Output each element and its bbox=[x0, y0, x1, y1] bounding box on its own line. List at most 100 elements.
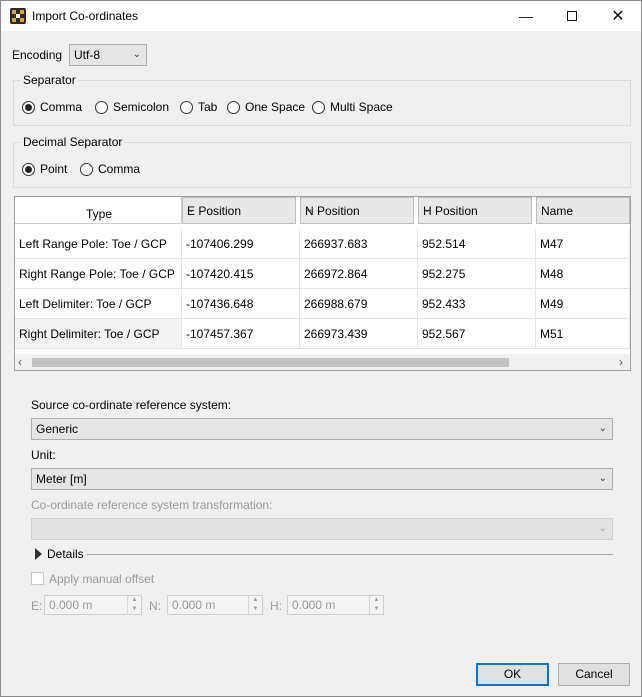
title-bar[interactable]: Import Co-ordinates — ✕ bbox=[1, 1, 641, 31]
close-icon: ✕ bbox=[611, 8, 625, 25]
cell-type: Left Delimiter: Toe / GCP bbox=[15, 289, 182, 319]
coordinates-table[interactable]: Type E Position ⌄ N Position ⌄ H Position ⌄… bbox=[14, 196, 631, 371]
spin-up-icon[interactable]: ▲ bbox=[370, 596, 383, 605]
source-crs-label: Source co-ordinate reference system: bbox=[31, 398, 232, 412]
chevron-down-icon: ⌄ bbox=[598, 523, 607, 534]
radio-label: One Space bbox=[245, 100, 306, 114]
spin-up-icon[interactable]: ▲ bbox=[249, 596, 262, 605]
separator-one-space-radio[interactable]: One Space bbox=[227, 100, 305, 114]
transformation-label: Co-ordinate reference system transformat… bbox=[31, 498, 273, 512]
cell-h-position: 952.514 bbox=[418, 229, 536, 259]
encoding-value: Utf-8 bbox=[74, 48, 101, 62]
source-crs-value: Generic bbox=[36, 422, 79, 436]
radio-label: Comma bbox=[40, 100, 83, 114]
cell-type: Left Range Pole: Toe / GCP bbox=[15, 229, 182, 259]
cell-e-position: -107436.648 bbox=[182, 289, 300, 319]
manual-offset-label: Apply manual offset bbox=[49, 572, 155, 586]
separator-label: Separator bbox=[21, 73, 78, 87]
encoding-label: Encoding bbox=[12, 48, 63, 62]
cell-n-position: 266973.439 bbox=[300, 319, 418, 349]
decimal-separator-label: Decimal Separator bbox=[21, 135, 125, 149]
column-header-type: Type bbox=[15, 197, 182, 224]
e-offset-input[interactable]: 0.000 m ▲ ▼ bbox=[44, 595, 142, 615]
radio-icon bbox=[312, 100, 325, 114]
close-button[interactable]: ✕ bbox=[595, 1, 641, 31]
spin-down-icon[interactable]: ▼ bbox=[370, 605, 383, 614]
spin-down-icon[interactable]: ▼ bbox=[249, 605, 262, 614]
cell-h-position: 952.433 bbox=[418, 289, 536, 319]
decimal-comma-radio[interactable]: Comma bbox=[80, 162, 140, 176]
transformation-select[interactable]: ⌄ bbox=[31, 518, 613, 540]
separator-semicolon-radio[interactable]: Semicolon bbox=[95, 100, 169, 114]
minimize-icon: — bbox=[519, 8, 533, 24]
column-header-name[interactable]: Name bbox=[536, 197, 630, 224]
column-header-e-position[interactable]: E Position ⌄ bbox=[182, 197, 296, 224]
unit-select[interactable]: Meter [m] ⌄ bbox=[31, 468, 613, 490]
cancel-button[interactable]: Cancel bbox=[558, 663, 630, 686]
cell-n-position: 266988.679 bbox=[300, 289, 418, 319]
cell-n-position: 266937.683 bbox=[300, 229, 418, 259]
chevron-down-icon: ⌄ bbox=[598, 423, 607, 434]
details-label: Details bbox=[47, 547, 84, 561]
radio-label: Semicolon bbox=[113, 100, 170, 114]
cell-name: M49 bbox=[536, 289, 630, 319]
cell-name: M48 bbox=[536, 259, 630, 289]
ok-button[interactable]: OK bbox=[476, 663, 549, 686]
radio-label: Multi Space bbox=[330, 100, 393, 114]
cell-e-position: -107406.299 bbox=[182, 229, 300, 259]
cell-h-position: 952.567 bbox=[418, 319, 536, 349]
cell-name: M51 bbox=[536, 319, 630, 349]
radio-icon bbox=[95, 100, 108, 114]
n-offset-input[interactable]: 0.000 m ▲ ▼ bbox=[167, 595, 263, 615]
chevron-down-icon: ⌄ bbox=[423, 204, 432, 215]
details-divider bbox=[87, 554, 613, 555]
cell-e-position: -107457.367 bbox=[182, 319, 300, 349]
h-offset-input[interactable]: 0.000 m ▲ ▼ bbox=[287, 595, 384, 615]
cell-type: Right Delimiter: Toe / GCP bbox=[15, 319, 182, 349]
expand-arrow-icon bbox=[35, 548, 42, 560]
radio-icon bbox=[227, 100, 240, 114]
source-crs-select[interactable]: Generic ⌄ bbox=[31, 418, 613, 440]
minimize-button[interactable]: — bbox=[503, 1, 549, 31]
radio-label: Comma bbox=[98, 162, 141, 176]
column-header-h-position[interactable]: H Position ⌄ bbox=[418, 197, 532, 224]
column-header-n-position[interactable]: N Position ⌄ bbox=[300, 197, 414, 224]
unit-label: Unit: bbox=[31, 448, 56, 462]
scroll-right-icon[interactable]: › bbox=[619, 355, 623, 369]
radio-icon bbox=[180, 100, 193, 114]
spin-down-icon[interactable]: ▼ bbox=[128, 605, 141, 614]
radio-icon bbox=[80, 162, 93, 176]
scroll-left-icon[interactable]: ‹ bbox=[18, 355, 22, 369]
separator-comma-radio[interactable]: Comma bbox=[22, 100, 82, 114]
h-offset-value: 0.000 m bbox=[292, 598, 336, 612]
radio-selected-icon bbox=[22, 100, 35, 114]
h-offset-label: H: bbox=[270, 599, 282, 613]
scrollbar-thumb[interactable] bbox=[32, 358, 509, 367]
e-offset-label: E: bbox=[31, 599, 43, 613]
window-title: Import Co-ordinates bbox=[32, 9, 139, 23]
chevron-down-icon: ⌄ bbox=[187, 204, 196, 215]
radio-selected-icon bbox=[22, 162, 35, 176]
encoding-select[interactable]: Utf-8 ⌄ bbox=[69, 44, 147, 66]
maximize-icon bbox=[567, 11, 577, 21]
spin-up-icon[interactable]: ▲ bbox=[128, 596, 141, 605]
import-coordinates-dialog: Import Co-ordinates — ✕ Encoding Utf-8 ⌄… bbox=[0, 0, 642, 697]
n-offset-value: 0.000 m bbox=[172, 598, 216, 612]
decimal-point-radio[interactable]: Point bbox=[22, 162, 67, 176]
cell-e-position: -107420.415 bbox=[182, 259, 300, 289]
maximize-button[interactable] bbox=[549, 1, 595, 31]
radio-label: Point bbox=[40, 162, 68, 176]
app-icon bbox=[10, 8, 26, 24]
e-offset-value: 0.000 m bbox=[49, 598, 93, 612]
cell-n-position: 266972.864 bbox=[300, 259, 418, 289]
chevron-down-icon: ⌄ bbox=[305, 204, 314, 215]
details-expander[interactable]: Details bbox=[35, 547, 84, 561]
cell-h-position: 952.275 bbox=[418, 259, 536, 289]
horizontal-scrollbar[interactable]: ‹ › bbox=[15, 354, 630, 370]
cell-type: Right Range Pole: Toe / GCP bbox=[15, 259, 182, 289]
separator-tab-radio[interactable]: Tab bbox=[180, 100, 217, 114]
manual-offset-checkbox[interactable] bbox=[31, 572, 44, 585]
separator-multi-space-radio[interactable]: Multi Space bbox=[312, 100, 393, 114]
cell-name: M47 bbox=[536, 229, 630, 259]
chevron-down-icon: ⌄ bbox=[598, 473, 607, 484]
